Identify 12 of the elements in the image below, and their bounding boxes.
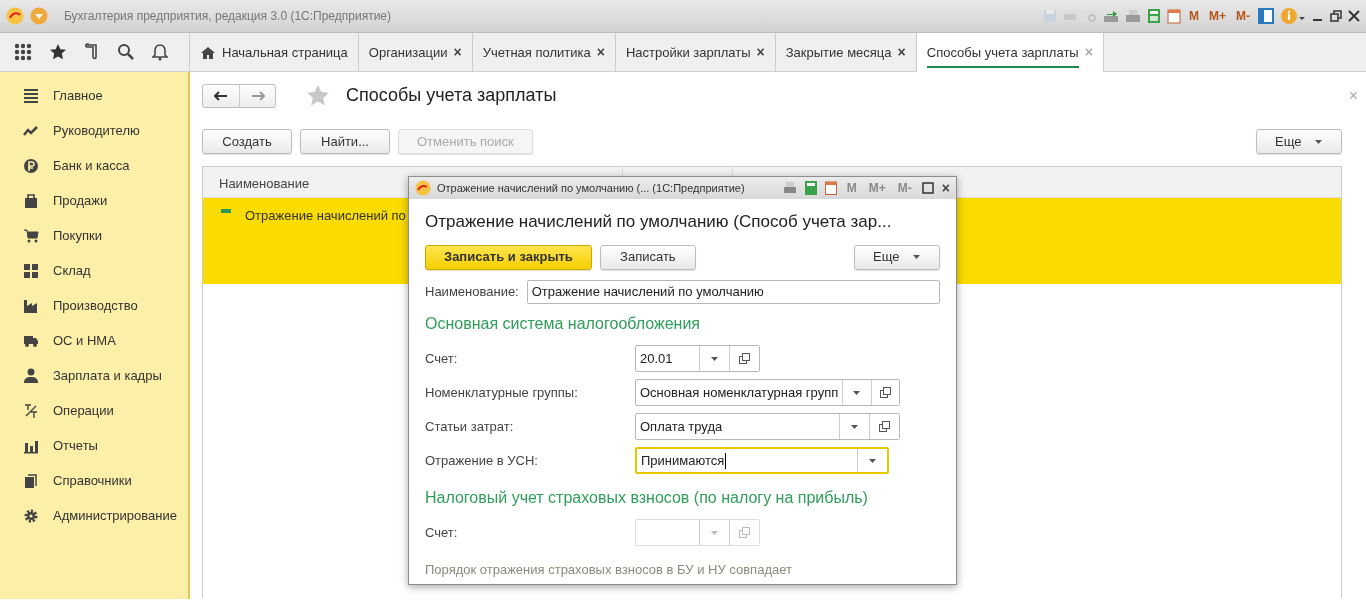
section-heading: Налоговый учет страховых взносов (по налогу на прибыль) bbox=[425, 487, 869, 508]
field-label: Наименование: bbox=[425, 282, 519, 301]
hint-text: Порядок отражения страховых взносов в БУ и НУ совпадает bbox=[425, 560, 793, 579]
dialog-heading: Отражение начислений по умолчанию (Способ учета зар... bbox=[425, 211, 893, 233]
field-label: Отражение в УСН: bbox=[425, 451, 539, 470]
field-label: Статьи затрат: bbox=[425, 417, 515, 436]
field-label: Номенклатурные группы: bbox=[425, 383, 579, 402]
field-label: Счет: bbox=[425, 523, 459, 542]
window-title: Бухгалтерия предприятия, редакция 3.0 (1С:Предприятие) bbox=[64, 8, 392, 25]
page-title: Способы учета зарплаты bbox=[346, 84, 557, 107]
field-label: Счет: bbox=[425, 349, 459, 368]
section-heading: Основная система налогообложения bbox=[425, 313, 701, 334]
